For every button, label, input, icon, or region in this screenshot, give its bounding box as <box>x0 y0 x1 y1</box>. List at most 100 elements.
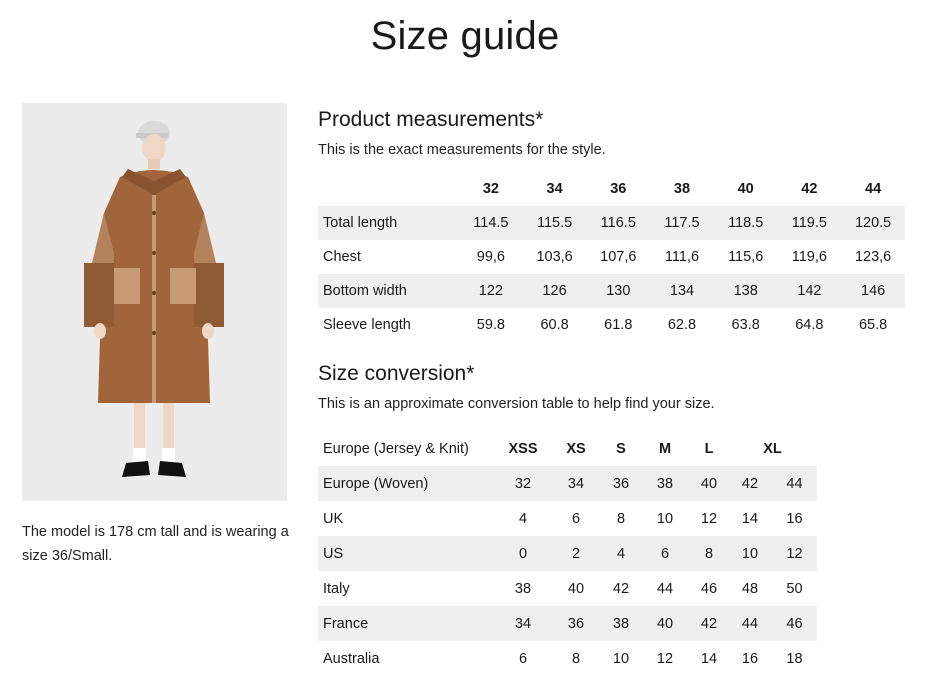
table-row: Europe (Woven) 32 34 36 38 40 42 44 <box>318 466 817 501</box>
table-cell: 118.5 <box>713 206 778 240</box>
row-label: France <box>318 606 496 641</box>
size-header: 44 <box>865 181 882 197</box>
size-header: XS <box>566 440 586 457</box>
table-cell: 42 <box>690 606 728 641</box>
table-cell: 4 <box>602 536 640 571</box>
table-cell: 14 <box>700 650 718 667</box>
size-header: 38 <box>673 181 691 197</box>
table-cell: 8 <box>616 510 626 527</box>
table-cell: 8 <box>690 536 728 571</box>
size-header: 32 <box>482 181 499 197</box>
table-cell: 115,6 <box>728 249 764 265</box>
table-cell: 10 <box>728 536 772 571</box>
model-illustration <box>22 103 287 501</box>
table-cell: 38 <box>514 580 532 597</box>
table-cell: 10 <box>612 650 630 667</box>
table-cell: 134 <box>650 274 714 308</box>
table-cell: 63.8 <box>731 317 760 333</box>
row-label: Australia <box>323 650 380 667</box>
table-row: Sleeve length 59.8 60.8 61.8 62.8 63.8 6… <box>318 308 905 342</box>
table-cell: 46 <box>772 606 817 641</box>
table-cell: 146 <box>841 274 905 308</box>
table-row: Bottom width 122 126 130 134 138 142 146 <box>318 274 905 308</box>
table-cell: 32 <box>496 466 550 501</box>
table-cell: 122 <box>459 274 523 308</box>
table-cell: 126 <box>522 274 587 308</box>
size-header: 34 <box>546 181 563 197</box>
table-cell: 6 <box>518 650 528 667</box>
row-label: Total length <box>318 206 460 240</box>
table-cell: 16 <box>741 650 759 667</box>
table-cell: 60.8 <box>540 317 569 333</box>
size-header: XSS <box>508 440 538 457</box>
row-label: Chest <box>323 249 361 265</box>
table-cell: 103,6 <box>536 249 573 265</box>
table-cell: 111,6 <box>664 249 700 265</box>
size-header: M <box>658 440 672 457</box>
table-cell: 10 <box>656 510 674 527</box>
table-cell: 62.8 <box>667 317 697 333</box>
table-cell: 115.5 <box>522 206 587 240</box>
table-row: US 0 2 4 6 8 10 12 <box>318 536 817 571</box>
conversion-table: Europe (Jersey & Knit) XSS XS S M L XL E… <box>318 431 817 676</box>
table-row: Australia 6 8 10 12 14 16 18 <box>318 641 817 676</box>
table-cell: 12 <box>772 536 817 571</box>
measurements-table: 32 34 36 38 40 42 44 Total length 114.5 … <box>318 172 905 342</box>
table-cell: 18 <box>786 650 803 667</box>
row-label: US <box>318 536 496 571</box>
table-cell: 119.5 <box>777 206 842 240</box>
table-cell: 117.5 <box>650 206 714 240</box>
table-cell: 120.5 <box>841 206 905 240</box>
table-cell: 4 <box>518 510 528 527</box>
table-cell: 0 <box>496 536 550 571</box>
table-cell: 130 <box>586 274 651 308</box>
row-label: Europe (Jersey & Knit) <box>323 440 469 457</box>
table-cell: 42 <box>612 580 630 597</box>
table-row: Total length 114.5 115.5 116.5 117.5 118… <box>318 206 905 240</box>
measurements-header-blank <box>318 172 459 206</box>
model-note: The model is 178 cm tall and is wearing … <box>22 524 289 564</box>
conversion-header-row: Europe (Jersey & Knit) XSS XS S M L XL <box>318 431 817 466</box>
table-cell: 34 <box>550 466 602 501</box>
table-cell: 8 <box>571 650 581 667</box>
table-cell: 116.5 <box>586 206 651 240</box>
table-cell: 99,6 <box>476 249 505 265</box>
row-label: Bottom width <box>318 274 460 308</box>
size-header: 40 <box>737 181 754 197</box>
table-cell: 65.8 <box>858 317 888 333</box>
size-header: XL <box>763 440 782 457</box>
table-cell: 12 <box>700 510 718 527</box>
table-cell: 42 <box>728 466 772 501</box>
table-cell: 123,6 <box>854 249 892 265</box>
table-row: France 34 36 38 40 42 44 46 <box>318 606 817 641</box>
table-cell: 38 <box>640 466 690 501</box>
product-photo <box>22 103 287 501</box>
table-cell: 114.5 <box>459 206 523 240</box>
table-cell: 6 <box>640 536 690 571</box>
table-row: Italy 38 40 42 44 46 48 50 <box>318 571 817 606</box>
table-cell: 12 <box>656 650 674 667</box>
table-cell: 64.8 <box>795 317 824 333</box>
table-cell: 2 <box>550 536 602 571</box>
table-cell: 40 <box>690 466 728 501</box>
measurements-title: Product measurements* <box>318 108 544 131</box>
table-cell: 34 <box>496 606 550 641</box>
table-cell: 36 <box>550 606 602 641</box>
row-label: UK <box>323 510 344 527</box>
conversion-title: Size conversion* <box>318 362 475 385</box>
conversion-subtitle: This is an approximate conversion table … <box>318 396 715 412</box>
table-cell: 14 <box>741 510 759 527</box>
table-cell: 119,6 <box>791 249 827 265</box>
table-cell: 142 <box>777 274 842 308</box>
table-row: Chest 99,6 103,6 107,6 111,6 115,6 119,6… <box>318 240 905 274</box>
table-cell: 6 <box>571 510 581 527</box>
table-cell: 40 <box>640 606 690 641</box>
size-header: 42 <box>801 181 818 197</box>
row-label: Sleeve length <box>323 317 411 333</box>
row-label: Italy <box>323 580 350 597</box>
table-cell: 46 <box>700 580 718 597</box>
table-cell: 40 <box>567 580 585 597</box>
table-cell: 61.8 <box>604 317 633 333</box>
row-label: Europe (Woven) <box>318 466 496 501</box>
size-header: S <box>616 440 626 457</box>
